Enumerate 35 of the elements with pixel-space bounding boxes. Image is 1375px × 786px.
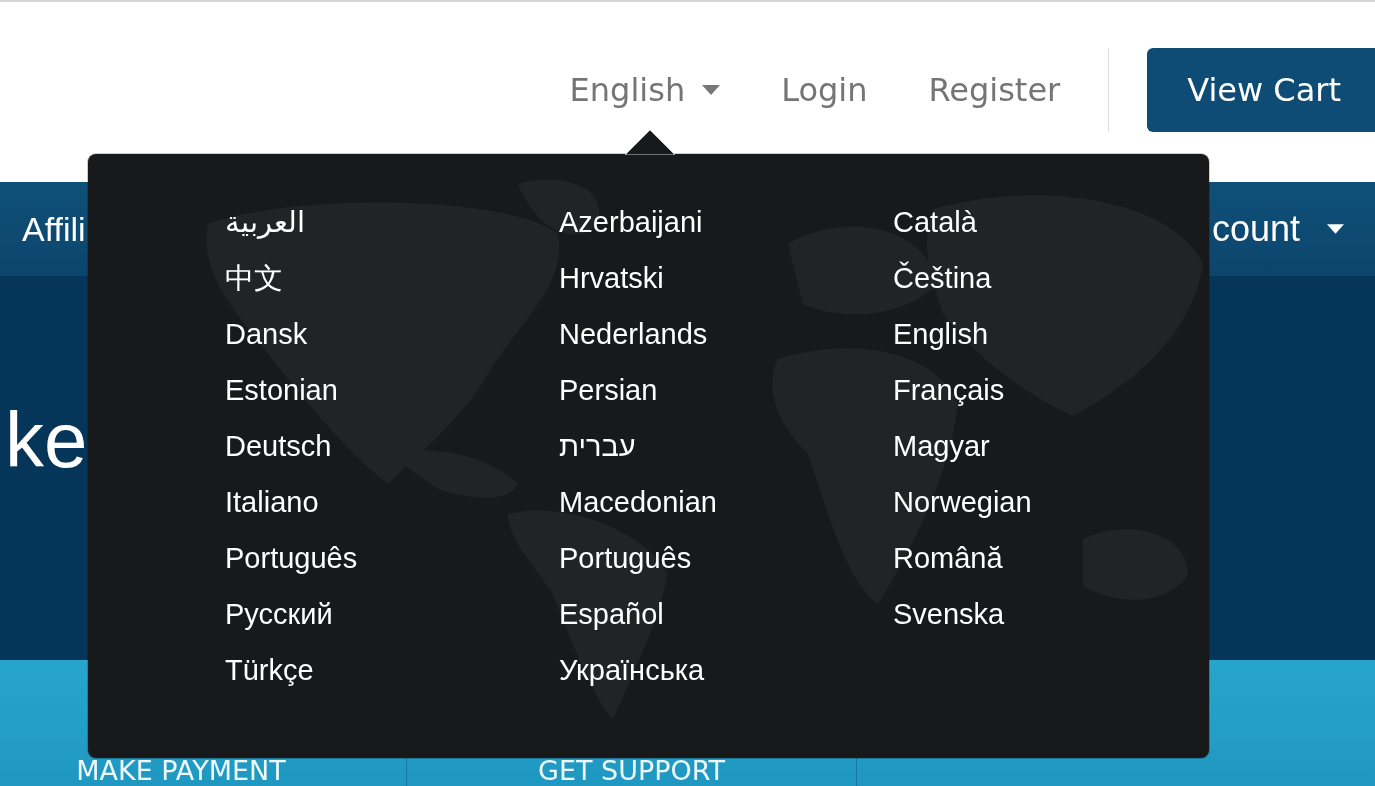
language-option[interactable]: Macedonian: [559, 474, 717, 530]
caret-down-icon: [1327, 224, 1344, 234]
caret-down-icon: [702, 85, 721, 95]
language-option[interactable]: Українська: [559, 642, 705, 698]
language-option[interactable]: Português: [225, 530, 358, 586]
language-option[interactable]: Magyar: [893, 418, 990, 474]
language-option[interactable]: Català: [893, 194, 977, 250]
language-option[interactable]: Persian: [559, 362, 658, 418]
view-cart-button[interactable]: View Cart: [1147, 48, 1375, 132]
language-option[interactable]: Español: [559, 586, 664, 642]
language-option[interactable]: Norwegian: [893, 474, 1032, 530]
language-option[interactable]: Nederlands: [559, 306, 708, 362]
language-option[interactable]: Deutsch: [225, 418, 332, 474]
language-option[interactable]: Italiano: [225, 474, 319, 530]
language-option[interactable]: Azerbaijani: [559, 194, 703, 250]
language-option[interactable]: العربية: [225, 194, 305, 250]
language-option[interactable]: Türkçe: [225, 642, 314, 698]
header-link[interactable]: Login: [781, 48, 868, 132]
language-option[interactable]: Čeština: [893, 250, 992, 306]
language-option[interactable]: Hrvatski: [559, 250, 664, 306]
language-option[interactable]: Svenska: [893, 586, 1005, 642]
language-selector[interactable]: English: [569, 48, 721, 132]
language-option[interactable]: Русский: [225, 586, 333, 642]
language-option[interactable]: Estonian: [225, 362, 338, 418]
language-option[interactable]: Dansk: [225, 306, 308, 362]
hero-heading: ke: [5, 400, 88, 480]
header-link[interactable]: Register: [928, 48, 1061, 132]
language-option[interactable]: 中文: [225, 250, 283, 306]
language-option[interactable]: עברית: [559, 418, 636, 474]
language-option[interactable]: English: [893, 306, 989, 362]
language-option[interactable]: Português: [559, 530, 692, 586]
language-option[interactable]: Română: [893, 530, 1003, 586]
language-option[interactable]: Français: [893, 362, 1005, 418]
nav-menu-link[interactable]: count: [1211, 207, 1344, 251]
nav-link[interactable]: Affili: [22, 207, 86, 251]
